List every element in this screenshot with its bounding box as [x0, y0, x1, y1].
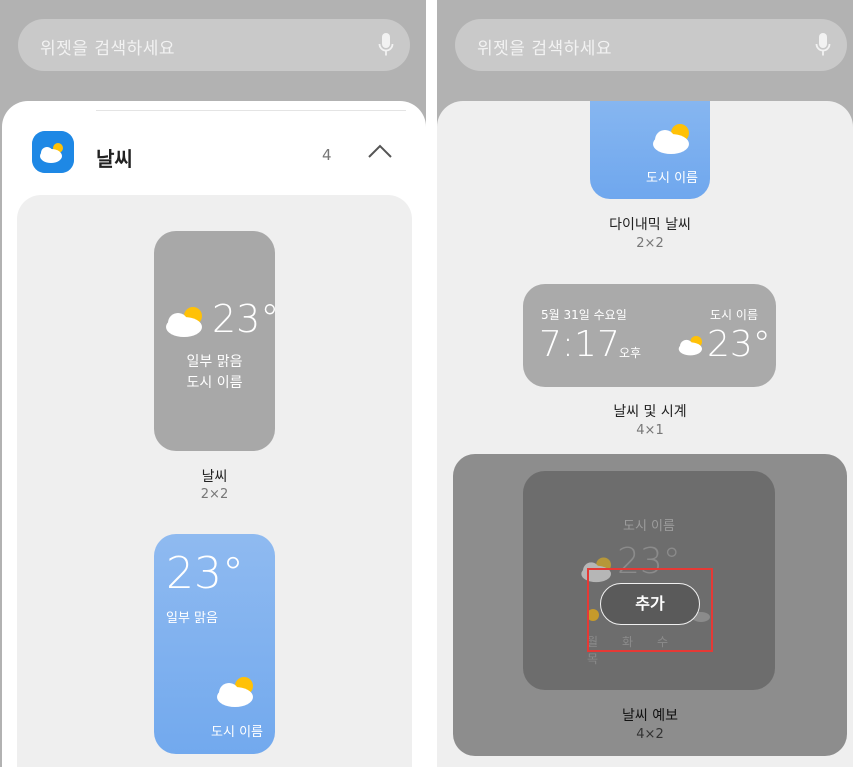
- right-panel: 위젯을 검색하세요 도시 이름 다이내믹 날씨 2×2 5월 31일 수요일 도…: [437, 0, 853, 767]
- city-name: 도시 이름: [710, 308, 758, 322]
- clock-time: 7:17: [539, 324, 620, 365]
- date: 5월 31일 수요일: [541, 308, 627, 322]
- widget-size: 2×2: [636, 236, 664, 251]
- microphone-icon[interactable]: [378, 32, 394, 58]
- dynamic-weather-widget-preview[interactable]: 도시 이름: [590, 101, 710, 199]
- widget-label: 다이내믹 날씨: [609, 217, 691, 233]
- weather-clock-widget-preview[interactable]: 5월 31일 수요일 도시 이름 7:17 오후 23°: [523, 284, 776, 387]
- search-bar[interactable]: 위젯을 검색하세요: [18, 19, 410, 71]
- app-name: 날씨: [96, 147, 133, 171]
- temperature: 23°: [212, 297, 275, 341]
- weather-widget-preview-blue[interactable]: 23° 일부 맑음 도시 이름: [154, 534, 275, 754]
- city-name: 도시 이름: [646, 171, 698, 186]
- partly-cloudy-icon: [217, 677, 253, 707]
- condition: 일부 맑음: [186, 354, 243, 370]
- partly-cloudy-icon: [166, 307, 202, 337]
- highlight-box: [587, 568, 713, 652]
- city-name: 도시 이름: [623, 519, 675, 534]
- city-name: 도시 이름: [186, 375, 243, 391]
- am-pm: 오후: [619, 346, 642, 360]
- widget-count: 4: [322, 146, 332, 164]
- widget-label: 날씨 예보: [622, 708, 678, 724]
- day-label: 목: [587, 652, 599, 666]
- partly-cloudy-icon: [678, 335, 702, 356]
- weather-app-icon: [32, 131, 74, 173]
- left-panel: 위젯을 검색하세요 날씨 4 23° 일부 맑음 도시 이름 날씨 2×2 23…: [0, 0, 426, 767]
- divider: [96, 110, 406, 111]
- temperature: 23°: [166, 548, 244, 599]
- widget-label: 날씨: [201, 469, 228, 485]
- condition: 일부 맑음: [166, 611, 218, 626]
- search-bar[interactable]: 위젯을 검색하세요: [455, 19, 847, 71]
- chevron-up-icon[interactable]: [366, 142, 394, 160]
- divider-gutter: [426, 0, 437, 767]
- microphone-icon[interactable]: [815, 32, 831, 58]
- temperature: 23°: [707, 324, 771, 365]
- search-placeholder: 위젯을 검색하세요: [40, 39, 176, 59]
- city-name: 도시 이름: [211, 725, 263, 740]
- widget-label: 날씨 및 시계: [613, 404, 687, 420]
- search-placeholder: 위젯을 검색하세요: [477, 39, 613, 59]
- partly-cloudy-icon: [653, 124, 689, 154]
- weather-widget-preview[interactable]: 23° 일부 맑음 도시 이름: [154, 231, 275, 451]
- widget-size: 4×2: [636, 727, 664, 742]
- widget-size: 2×2: [200, 487, 229, 502]
- widget-size: 4×1: [636, 423, 664, 438]
